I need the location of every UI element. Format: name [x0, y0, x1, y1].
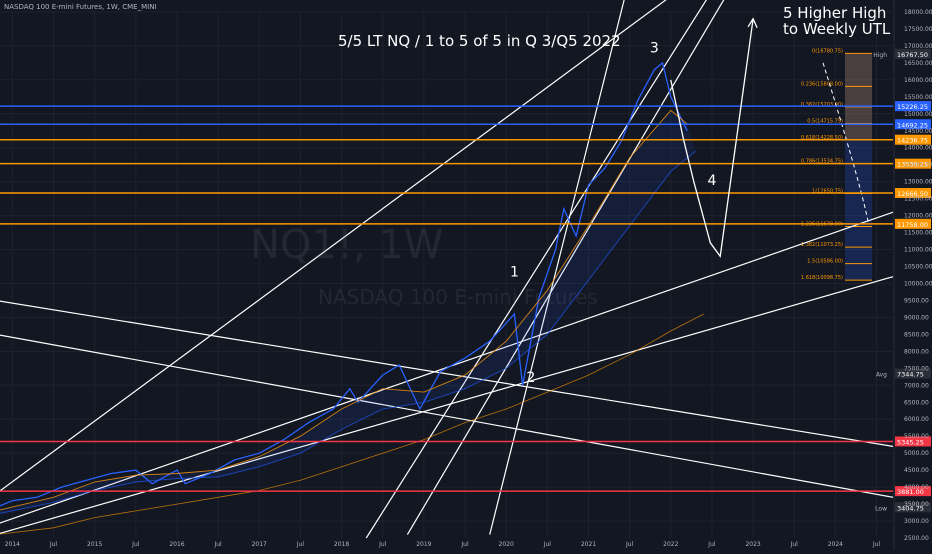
- x-tick-label: Jul: [543, 541, 552, 548]
- y-tick-label: 10500.00: [904, 264, 932, 271]
- x-tick-label: 2022: [663, 541, 678, 548]
- y-tick-label: 4500.00: [904, 467, 929, 474]
- target-note-line1: 5 Higher High: [783, 4, 887, 22]
- y-tick-label: 13000.00: [904, 179, 932, 186]
- x-tick-label: Jul: [707, 541, 716, 548]
- y-tick-label: 7500.00: [904, 365, 929, 372]
- x-tick-label: 2024: [828, 541, 843, 548]
- chart-title-annotation: 5/5 LT NQ / 1 to 5 of 5 in Q 3/Q5 2022: [338, 32, 621, 50]
- trendline: [0, 276, 894, 535]
- y-tick-label: 17500.00: [904, 26, 932, 33]
- trendline-layer: [0, 0, 894, 539]
- watermark-name: NASDAQ 100 E-mini Futures: [318, 285, 598, 309]
- wave-label: 4: [707, 173, 716, 189]
- x-tick-label: 2017: [252, 541, 267, 548]
- y-tick-label: 5000.00: [904, 450, 929, 457]
- x-tick-label: 2016: [169, 541, 184, 548]
- y-tick-label: 11000.00: [904, 247, 932, 254]
- y-tick-label: 9500.00: [904, 297, 929, 304]
- wave-label: 2: [526, 370, 535, 386]
- watermark-ticker: NQ1!, 1W: [250, 222, 444, 268]
- y-tick-label: 11500.00: [904, 230, 932, 237]
- chart-stage[interactable]: 0(16780.75) 0.236(15808.00) 0.382(15203.00…: [0, 0, 932, 550]
- target-note-line2: to Weekly UTL: [783, 20, 891, 38]
- y-tick-label: 8500.00: [904, 331, 929, 338]
- y-tick-label: 17000.00: [904, 43, 932, 50]
- x-tick-label: Jul: [296, 541, 305, 548]
- y-tick-label: 15000.00: [904, 111, 932, 118]
- y-tick-label: 5500.00: [904, 433, 929, 440]
- y-tick-label: 6000.00: [904, 416, 929, 423]
- x-tick-label: Jul: [625, 541, 634, 548]
- wave-label: 1: [510, 265, 519, 281]
- fib-label: 0(16780.75): [812, 48, 843, 54]
- x-tick-label: 2023: [745, 541, 760, 548]
- x-tick-label: Jul: [213, 541, 222, 548]
- x-tick-label: 2020: [499, 541, 514, 548]
- fib-label: 1.618(10098.75): [801, 275, 843, 281]
- price-tag-name: High: [873, 52, 887, 59]
- series-line: [0, 109, 688, 511]
- grid-layer: [0, 11, 893, 538]
- y-tick-label: 14500.00: [904, 128, 932, 135]
- y-tick-label: 8000.00: [904, 348, 929, 355]
- target-note-annotation: 5 Higher High to Weekly UTL: [783, 5, 903, 37]
- y-tick-label: 7000.00: [904, 382, 929, 389]
- price-tag-name: Avg: [876, 372, 887, 379]
- y-tick-label: 4000.00: [904, 484, 929, 491]
- level-tag-label: 11758.00: [897, 221, 928, 229]
- fib-layer: 0(16780.75)0.236(15808.00)0.382(15203.00…: [801, 48, 872, 281]
- x-tick-label: 2021: [581, 541, 596, 548]
- axis-layer: 2500.00 3000.00 3500.00 4000.00 4500.00 5000.…: [5, 0, 932, 550]
- fib-label: 1.5(10586.00): [807, 259, 843, 265]
- level-tag-label: 14236.75: [897, 137, 928, 145]
- y-tick-label: 12000.00: [904, 213, 932, 220]
- x-tick-label: 2019: [416, 541, 431, 548]
- y-tick-label: 12500.00: [904, 196, 932, 203]
- x-tick-label: Jul: [378, 541, 387, 548]
- price-chart[interactable]: 0(16780.75)0.236(15808.00)0.382(15203.00…: [0, 0, 932, 550]
- fib-label: 0.236(15808.00): [801, 81, 843, 87]
- y-tick-label: 13500.00: [904, 162, 932, 169]
- y-tick-label: 6500.00: [904, 399, 929, 406]
- y-tick-label: 15500.00: [904, 94, 932, 101]
- x-tick-label: 2015: [87, 541, 102, 548]
- y-tick-label: 10000.00: [904, 280, 932, 287]
- price-tag-name: Low: [875, 505, 887, 512]
- series-line: [0, 150, 696, 514]
- y-tick-label: 3500.00: [904, 501, 929, 508]
- wave-label: 3: [650, 41, 659, 57]
- x-tick-label: Jul: [49, 541, 58, 548]
- trendline: [0, 334, 894, 498]
- x-tick-label: Jul: [460, 541, 469, 548]
- fib-zone-upper: [845, 53, 872, 140]
- y-tick-label: 14000.00: [904, 145, 932, 152]
- y-tick-label: 16500.00: [904, 60, 932, 67]
- x-tick-label: 2014: [5, 541, 20, 548]
- y-tick-label: 3000.00: [904, 518, 929, 525]
- y-tick-label: 18000.00: [904, 9, 932, 16]
- price-tag-value: 16767.50: [897, 51, 928, 59]
- x-tick-label: Jul: [131, 541, 140, 548]
- symbol-header[interactable]: NASDAQ 100 E-mini Futures, 1W, CME_MINI: [4, 3, 157, 11]
- x-tick-label: Jul: [872, 541, 881, 548]
- trendline: [0, 300, 894, 447]
- y-tick-label: 9000.00: [904, 314, 929, 321]
- fib-label: 1.382(11073.25): [801, 242, 843, 248]
- x-tick-label: 2018: [334, 541, 349, 548]
- y-tick-label: 2500.00: [904, 535, 929, 542]
- x-tick-label: Jul: [790, 541, 799, 548]
- y-tick-label: 16000.00: [904, 77, 932, 84]
